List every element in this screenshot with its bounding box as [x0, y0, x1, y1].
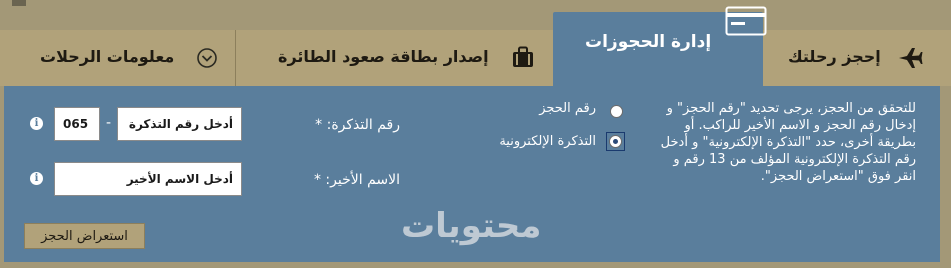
ticket-dash: -	[106, 115, 112, 131]
tab-book-flight[interactable]: إحجز رحلتك	[764, 30, 951, 86]
ticket-prefix-input[interactable]: 065	[54, 107, 100, 141]
tab-manage-booking-label: إدارة الحجوزات	[585, 32, 712, 52]
ticket-number-placeholder: أدخل رقم التذكرة	[128, 117, 233, 131]
radio-booking-number[interactable]	[610, 105, 623, 118]
radio-eticket[interactable]	[609, 135, 622, 148]
ticket-number-label: رقم التذكرة: *	[315, 117, 400, 133]
airplane-icon	[897, 46, 923, 74]
instructions-text: للتحقق من الحجز، يرجى تحديد "رقم الحجز" …	[660, 101, 916, 184]
lastname-input[interactable]: أدخل الاسم الأخير	[54, 162, 242, 196]
radio-booking-number-label: رقم الحجز	[539, 101, 596, 116]
tab-book-flight-label: إحجز رحلتك	[788, 47, 881, 66]
top-left-marker	[12, 0, 26, 6]
tab-flight-info[interactable]: معلومات الرحلات	[0, 30, 235, 86]
radio-eticket-label: التذكرة الإلكترونية	[499, 134, 596, 149]
tab-manage-booking[interactable]: إدارة الحجوزات	[553, 6, 767, 86]
chevron-down-icon	[196, 47, 218, 73]
lastname-info-icon[interactable]: i	[30, 172, 43, 185]
card-icon	[725, 6, 767, 40]
tab-boarding-pass-label: إصدار بطاقة صعود الطائرة	[278, 47, 489, 66]
luggage-icon	[510, 44, 536, 74]
ticket-prefix-value: 065	[63, 117, 89, 131]
bottom-band	[0, 262, 951, 268]
lastname-placeholder: أدخل الاسم الأخير	[126, 172, 233, 186]
watermark-text: محتويات	[401, 206, 542, 246]
tab-boarding-pass[interactable]: إصدار بطاقة صعود الطائرة	[236, 30, 550, 86]
view-booking-button[interactable]: استعراض الحجز	[24, 223, 145, 249]
ticket-info-icon[interactable]: i	[30, 117, 43, 130]
ticket-number-input[interactable]: أدخل رقم التذكرة	[117, 107, 242, 141]
top-bar	[0, 0, 951, 18]
tab-flight-info-label: معلومات الرحلات	[40, 47, 175, 66]
lastname-label: الاسم الأخير: *	[313, 172, 400, 188]
